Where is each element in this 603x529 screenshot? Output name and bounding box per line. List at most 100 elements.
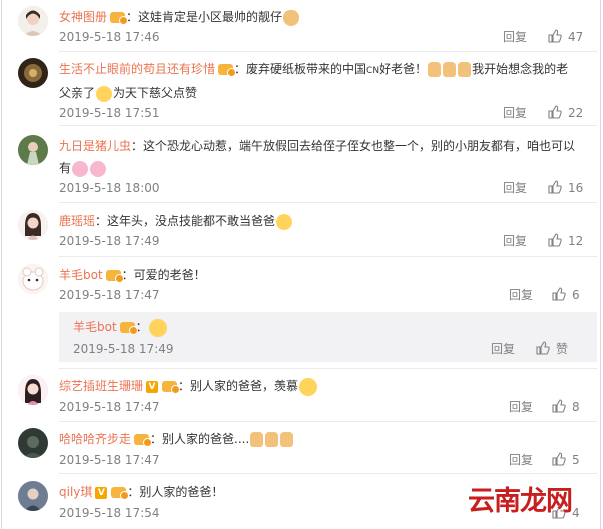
username-link[interactable]: 九日是猪儿虫	[59, 139, 131, 153]
vip-badge-icon	[162, 381, 181, 394]
timestamp: 2019-5-18 17:46	[59, 30, 160, 44]
like-count: 22	[568, 106, 584, 120]
comment-text-line: 生活不止眼前的苟且还有珍惜 ：废弃硬纸板带来的中国CN好老爸！ 我开始想念我的老 父亲…	[59, 58, 597, 104]
thumbs-up-icon	[548, 29, 562, 43]
reply-button[interactable]: 回复	[491, 341, 515, 357]
verified-v-icon: V	[95, 486, 108, 499]
comment-text: ：别人家的爸爸，羡慕	[178, 379, 299, 393]
timestamp: 2019-5-18 17:47	[59, 453, 160, 467]
comment-text-line: 哈哈哈齐步走 ：别人家的爸爸....	[59, 428, 597, 450]
comment-item: 女神图册 ：这娃肯定是小区最帅的靓仔 2019-5-18 17:46 回复 47	[18, 6, 597, 52]
username-link[interactable]: 综艺插班生珊珊	[59, 379, 143, 393]
avatar[interactable]	[18, 210, 48, 240]
comment-item: 九日是猪儿虫：这个恐龙心动惹，端午放假回去给侄子侄女也整一个，别的小朋友都有，咱…	[18, 135, 597, 199]
timestamp: 2019-5-18 17:49	[59, 234, 160, 248]
username-link[interactable]: qily琪	[59, 485, 92, 499]
avatar[interactable]	[18, 58, 48, 88]
like-button[interactable]: 8	[552, 399, 580, 415]
comment-text-line: 九日是猪儿虫：这个恐龙心动惹，端午放假回去给侄子侄女也整一个，别的小朋友都有，咱…	[59, 135, 597, 179]
watermark-logo: 云南龙网	[468, 486, 573, 517]
username-link[interactable]: 鹿瑶瑶	[59, 214, 95, 228]
timestamp: 2019-5-18 17:47	[59, 400, 160, 414]
praise-button[interactable]: 赞	[536, 341, 568, 357]
username-link[interactable]: 羊毛bot	[59, 268, 103, 282]
comment-text: ：这娃肯定是小区最帅的靓仔	[126, 10, 283, 24]
comment-text: ：这年头，没点技能都不敢当爸爸	[95, 214, 276, 228]
thumbs-up-icon	[552, 287, 566, 301]
timestamp: 2019-5-18 17:47	[59, 288, 160, 302]
like-count: 8	[572, 400, 580, 414]
timestamp: 2019-5-18 17:54	[59, 506, 160, 520]
comment-item: 生活不止眼前的苟且还有珍惜 ：废弃硬纸板带来的中国CN好老爸！ 我开始想念我的老 父亲…	[18, 58, 597, 122]
comment-item: 鹿瑶瑶：这年头，没点技能都不敢当爸爸 2019-5-18 17:49 回复 12	[18, 210, 597, 252]
vip-badge-icon	[119, 322, 138, 335]
reply-button[interactable]: 回复	[509, 452, 533, 468]
username-link[interactable]: 羊毛bot	[73, 320, 117, 334]
divider	[59, 125, 597, 126]
sub-reply-box: 羊毛bot： 2019-5-18 17:49 回复 赞	[59, 312, 597, 362]
thumbs-up-icon	[548, 180, 562, 194]
divider	[59, 368, 597, 369]
comment-text: 好老爸！	[379, 62, 428, 76]
avatar[interactable]	[18, 264, 48, 294]
timestamp: 2019-5-18 17:49	[73, 342, 174, 356]
pig-face-icon	[72, 160, 89, 177]
thumbs-up-icon	[552, 452, 566, 466]
comment-item: 哈哈哈齐步走 ：别人家的爸爸.... 2019-5-18 17:47 回复 5	[18, 428, 597, 472]
like-button[interactable]: 12	[548, 233, 583, 249]
comment-text-line: 鹿瑶瑶：这年头，没点技能都不敢当爸爸	[59, 210, 597, 232]
comment-text-line: 综艺插班生珊珊 V ：别人家的爸爸，羡慕	[59, 375, 597, 397]
vip-badge-icon	[110, 12, 129, 25]
vip-badge-icon	[134, 434, 153, 447]
comment-text: ：这个恐龙心动惹，端午放假回去给侄子侄女也整一个，别的小朋友都有，咱也可以	[131, 139, 576, 153]
laughing-face-icon	[276, 213, 293, 230]
crying-face-icon	[96, 85, 113, 102]
avatar[interactable]	[18, 428, 48, 458]
reply-button[interactable]: 回复	[509, 399, 533, 415]
like-button[interactable]: 22	[548, 105, 583, 121]
divider	[59, 421, 597, 422]
comment-text: ：可爱的老爸！	[121, 268, 206, 282]
shocked-face-icon	[299, 377, 318, 396]
like-button[interactable]: 5	[552, 452, 580, 468]
pig-face-icon	[90, 160, 107, 177]
vip-badge-icon	[105, 270, 124, 283]
thumbs-up-icon	[536, 341, 550, 355]
like-count: 6	[572, 288, 580, 302]
username-link[interactable]: 生活不止眼前的苟且还有珍惜	[59, 62, 215, 76]
vip-badge-icon	[111, 487, 130, 500]
praise-label: 赞	[556, 342, 569, 356]
comment-text: ：别人家的爸爸！	[127, 485, 224, 499]
smile-face-icon	[148, 318, 167, 337]
comment-item: 综艺插班生珊珊 V ：别人家的爸爸，羡慕 2019-5-18 17:47 回复 8	[18, 375, 597, 419]
divider	[59, 473, 597, 474]
avatar[interactable]	[18, 481, 48, 511]
timestamp: 2019-5-18 18:00	[59, 181, 160, 195]
divider	[59, 51, 597, 52]
like-button[interactable]: 16	[548, 180, 583, 196]
comment-text: 有	[59, 161, 72, 175]
thumbs-up-icon	[443, 62, 457, 77]
reply-button[interactable]: 回复	[503, 29, 527, 45]
cat-face-icon	[283, 9, 300, 26]
reply-button[interactable]: 回复	[503, 180, 527, 196]
avatar[interactable]	[18, 135, 48, 165]
comment-text: ：废弃硬纸板带来的中国	[234, 62, 367, 76]
like-button[interactable]: 47	[548, 29, 583, 45]
like-button[interactable]: 6	[552, 287, 580, 303]
reply-button[interactable]: 回复	[503, 105, 527, 121]
thumbs-up-icon	[548, 233, 562, 247]
username-link[interactable]: 女神图册	[59, 10, 107, 24]
thumbs-up-icon	[250, 432, 264, 447]
sub-reply-text-line: 羊毛bot：	[73, 317, 168, 337]
avatar[interactable]	[18, 6, 48, 36]
comment-text: 为天下慈父点赞	[113, 86, 198, 100]
thumbs-up-icon	[458, 62, 472, 77]
divider	[59, 202, 597, 203]
reply-button[interactable]: 回复	[509, 287, 533, 303]
username-link[interactable]: 哈哈哈齐步走	[59, 432, 131, 446]
reply-button[interactable]: 回复	[503, 233, 527, 249]
divider	[59, 256, 597, 257]
like-count: 5	[572, 453, 580, 467]
avatar[interactable]	[18, 375, 48, 405]
